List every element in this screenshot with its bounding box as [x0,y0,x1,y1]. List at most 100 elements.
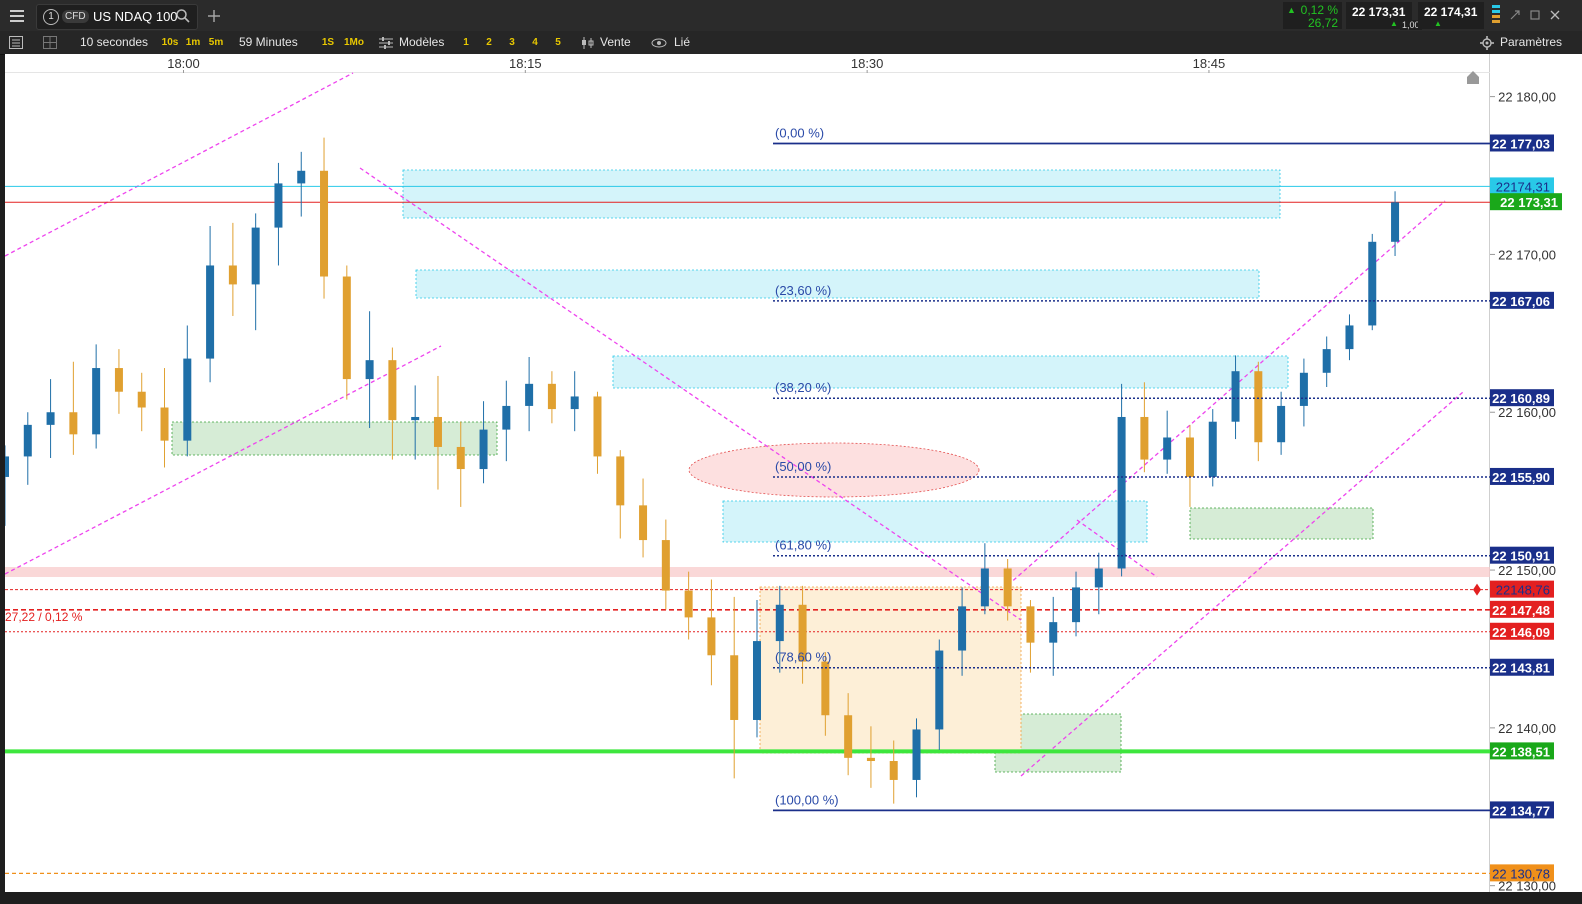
gear-icon[interactable] [1479,35,1495,50]
candle-body[interactable] [5,456,9,477]
layout-2-button[interactable]: 2 [483,36,495,50]
candle-body[interactable] [479,429,488,470]
candle-body[interactable] [320,170,329,277]
link-eye-icon[interactable] [651,36,667,49]
candle-body[interactable] [844,715,853,758]
buy-price-button[interactable]: 22 174,31 ▲ [1418,2,1484,29]
candle-body[interactable] [821,661,830,716]
candle-body[interactable] [160,407,169,441]
candle-body[interactable] [889,761,898,780]
layout-1-button[interactable]: 1 [460,36,472,50]
candle-body[interactable] [137,391,146,408]
candle-body[interactable] [661,540,670,591]
candle-body[interactable] [342,276,351,380]
candle-body[interactable] [69,412,78,435]
candle-body[interactable] [23,424,32,457]
zone-blue-1[interactable] [402,169,1281,219]
candle-body[interactable] [525,383,534,406]
zone-blue-3[interactable] [612,355,1289,389]
menu-icon[interactable] [4,4,30,28]
candle-body[interactable] [775,604,784,642]
candle-body[interactable] [730,655,739,720]
candle-body[interactable] [1049,622,1058,643]
candle-body[interactable] [958,606,967,651]
candle-body[interactable] [866,757,875,762]
search-icon[interactable] [175,8,191,27]
range-1s-button[interactable]: 1S [320,36,336,50]
candle-body[interactable] [502,405,511,430]
linked-button[interactable]: Lié [674,31,690,54]
sell-mode-icon[interactable] [580,36,596,49]
candle-body[interactable] [707,617,716,656]
expand-icon[interactable] [1508,8,1522,22]
popout-icon[interactable] [1528,8,1542,22]
candle-body[interactable] [92,368,101,435]
candle-body[interactable] [388,360,397,421]
candle-body[interactable] [46,412,55,425]
candle-body[interactable] [1277,405,1286,443]
candle-body[interactable] [1299,372,1308,406]
candle-body[interactable] [251,227,260,285]
layout-4-button[interactable]: 4 [529,36,541,50]
candle-body[interactable] [593,396,602,457]
candle-body[interactable] [1391,202,1400,242]
candle-body[interactable] [1117,416,1126,569]
layout-5-button[interactable]: 5 [552,36,564,50]
price-chart[interactable]: (0,00 %) (23,60 %) (38,20 %) (50,00 %) (61,8… [5,54,1582,892]
candle-body[interactable] [1345,325,1354,350]
zone-blue-2[interactable] [415,269,1260,299]
range-select[interactable]: 59 Minutes [239,31,298,54]
candle-body[interactable] [639,505,648,541]
interval-1m-button[interactable]: 1m [184,36,202,50]
candle-body[interactable] [1208,421,1217,477]
candle-body[interactable] [1140,416,1149,460]
close-icon[interactable] [1548,8,1562,22]
candle-body[interactable] [1163,437,1172,460]
candle-body[interactable] [206,265,215,359]
candle-body[interactable] [1322,349,1331,373]
chart-area[interactable]: (0,00 %) (23,60 %) (38,20 %) (50,00 %) (61,8… [5,54,1582,892]
interval-5m-button[interactable]: 5m [207,36,225,50]
candle-body[interactable] [228,265,237,285]
candle-body[interactable] [570,396,579,410]
candle-body[interactable] [411,416,420,421]
candle-body[interactable] [1368,241,1377,326]
candle-body[interactable] [456,446,465,470]
candle-body[interactable] [547,383,556,410]
models-icon[interactable] [378,36,394,49]
settings-button[interactable]: Paramètres [1500,31,1562,54]
layout-3-button[interactable]: 3 [506,36,518,50]
zone-green-1[interactable] [171,421,498,456]
zone-blue-4[interactable] [722,500,1148,543]
candle-body[interactable] [752,641,761,720]
add-tab-icon[interactable] [204,6,224,26]
range-1mo-button[interactable]: 1Mo [341,36,367,50]
order-book-icon[interactable] [1492,5,1500,27]
candle-body[interactable] [297,170,306,184]
candle-body[interactable] [1185,437,1194,477]
instrument-tab[interactable]: 1 CFD US NDAQ 100 [36,4,198,30]
candle-body[interactable] [1254,371,1263,443]
candle-body[interactable] [433,416,442,447]
candle-body[interactable] [1072,587,1081,623]
sell-mode-button[interactable]: Vente [600,31,631,54]
candle-body[interactable] [684,590,693,618]
layout-grid-icon[interactable] [42,35,58,50]
candle-body[interactable] [274,183,283,228]
candle-body[interactable] [616,456,625,506]
candle-body[interactable] [1231,371,1240,422]
list-icon[interactable] [8,35,24,50]
candle-body[interactable] [1026,606,1035,643]
candle-body[interactable] [1094,568,1103,588]
interval-10s-button[interactable]: 10s [160,36,180,50]
candle-body[interactable] [1003,568,1012,607]
candle-body[interactable] [365,360,374,380]
interval-select[interactable]: 10 secondes [80,31,148,54]
zone-green-2[interactable] [1189,507,1374,540]
ellipse-annotation[interactable] [688,442,980,498]
candle-body[interactable] [980,568,989,607]
candle-body[interactable] [935,650,944,730]
models-button[interactable]: Modèles [399,31,444,54]
candle-body[interactable] [183,358,192,441]
candle-body[interactable] [912,729,921,780]
